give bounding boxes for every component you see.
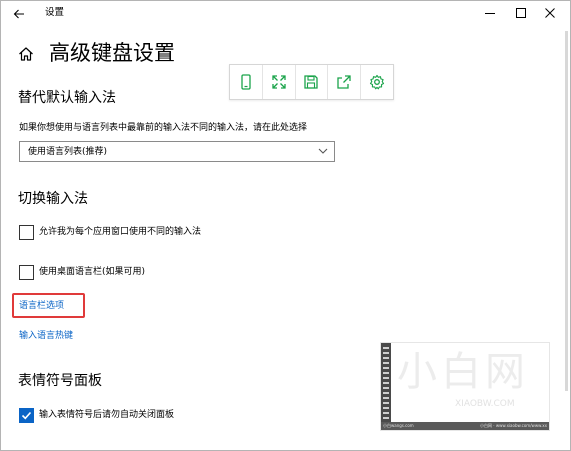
override-input-heading: 替代默认输入法 xyxy=(18,90,116,106)
title-bar: 设置 xyxy=(1,1,570,27)
settings-button[interactable] xyxy=(361,65,393,99)
checkbox[interactable] xyxy=(19,225,34,240)
input-method-dropdown[interactable]: 使用语言列表(推荐) xyxy=(19,141,335,162)
floating-toolbar xyxy=(229,64,394,100)
watermark: 小白网 XIAOBW.COM 小白wangs.com 小白网 · www.xia… xyxy=(380,342,550,431)
dropdown-value: 使用语言列表(推荐) xyxy=(28,147,108,157)
minimize-button[interactable] xyxy=(475,2,505,24)
page-title: 高级键盘设置 xyxy=(49,41,175,65)
window-title: 设置 xyxy=(45,7,65,18)
watermark-footer-right: 小白网 · www.xiaobw.com/www.xx xyxy=(480,423,547,428)
chevron-down-icon xyxy=(318,148,328,154)
phone-button[interactable] xyxy=(230,65,263,99)
close-icon xyxy=(545,8,555,18)
input-language-hotkeys-link[interactable]: 输入语言热键 xyxy=(19,330,73,343)
emoji-panel-heading: 表情符号面板 xyxy=(18,373,102,389)
checkbox-label: 输入表情符号后请勿自动关闭面板 xyxy=(39,410,175,420)
checkbox-label: 使用桌面语言栏(如果可用) xyxy=(39,267,146,277)
watermark-footer-left: 小白wangs.com xyxy=(383,423,414,428)
watermark-film-strip xyxy=(381,343,391,430)
share-icon xyxy=(337,75,351,89)
share-button[interactable] xyxy=(328,65,362,99)
gear-icon xyxy=(370,74,385,90)
home-icon[interactable] xyxy=(17,45,35,63)
checkbox-checked[interactable] xyxy=(19,408,34,423)
switch-input-heading: 切换输入法 xyxy=(18,191,88,207)
maximize-button[interactable] xyxy=(505,2,535,24)
expand-icon xyxy=(272,75,286,89)
checkbox[interactable] xyxy=(19,265,34,280)
close-button[interactable] xyxy=(535,2,565,24)
language-bar-options-link[interactable]: 语言栏选项 xyxy=(19,300,64,313)
save-icon xyxy=(304,75,319,89)
arrow-left-icon xyxy=(13,9,24,19)
watermark-logo: 小白网 xyxy=(397,349,529,395)
checkmark-icon xyxy=(21,411,32,420)
checkbox-label: 允许我为每个应用窗口使用不同的输入法 xyxy=(39,227,202,237)
watermark-url: XIAOBW.COM xyxy=(455,399,515,409)
scrollbar[interactable] xyxy=(565,31,568,391)
expand-button[interactable] xyxy=(263,65,296,99)
override-input-description: 如果你想使用与语言列表中最靠前的输入法不同的输入法，请在此处选择 xyxy=(19,123,308,133)
save-button[interactable] xyxy=(296,65,329,99)
back-button[interactable] xyxy=(9,4,29,24)
phone-icon xyxy=(241,74,251,90)
watermark-footer: 小白wangs.com 小白网 · www.xiaobw.com/www.xx xyxy=(381,422,549,430)
